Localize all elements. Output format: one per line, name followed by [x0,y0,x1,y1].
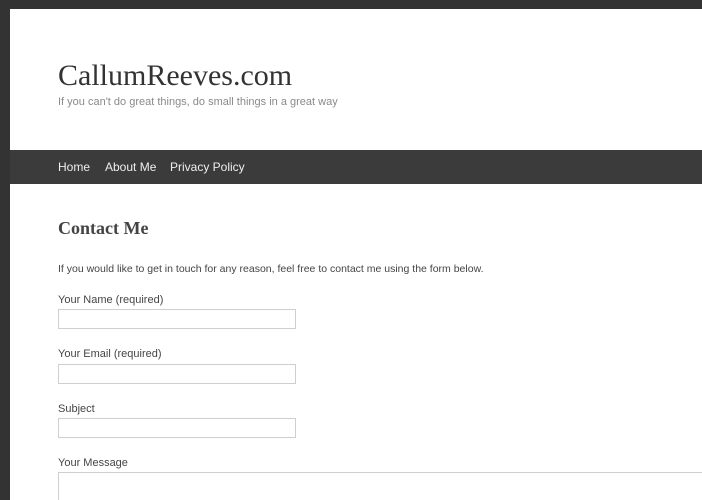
site-title[interactable]: CallumReeves.com [58,59,292,93]
subject-field[interactable] [58,418,296,438]
message-field[interactable] [58,472,702,500]
nav-item-home[interactable]: Home [58,150,90,184]
page-content: CallumReeves.com If you can't do great t… [10,9,702,500]
nav-item-privacy-policy[interactable]: Privacy Policy [170,150,245,184]
site-tagline: If you can't do great things, do small t… [58,96,338,108]
message-field-label: Your Message [58,457,128,469]
email-field[interactable] [58,364,296,384]
nav-item-about-me[interactable]: About Me [105,150,156,184]
window-left-border [0,0,10,500]
main-navigation: Home About Me Privacy Policy [10,150,702,184]
name-field-label: Your Name (required) [58,294,164,306]
intro-text: If you would like to get in touch for an… [58,263,484,275]
email-field-label: Your Email (required) [58,348,162,360]
subject-field-label: Subject [58,403,95,415]
window-top-border [0,0,702,9]
name-field[interactable] [58,309,296,329]
page-title: Contact Me [58,218,149,238]
